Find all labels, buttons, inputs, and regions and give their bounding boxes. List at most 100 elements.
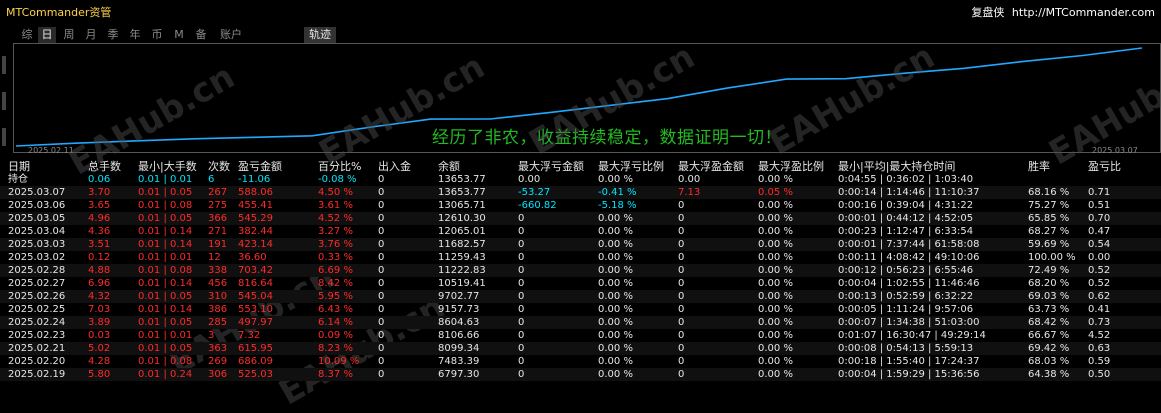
cell-balance: 9702.77 [438,291,480,302]
col-winrate[interactable]: 胜率 [1028,160,1050,173]
tab-account[interactable]: 账户 [216,27,246,43]
cell-minmax: 0.01 | 0.05 [138,213,193,224]
cell-winrate: 65.85 % [1028,213,1070,224]
cell-date: 2025.02.20 [8,356,66,367]
col-io[interactable]: 出入金 [378,160,411,173]
col-minmax[interactable]: 最小|大手数 [138,160,197,173]
cell-profit-factor: 0.59 [1088,356,1111,367]
table-row[interactable]: 2025.02.21 5.02 0.01 | 0.05 363 615.95 8.23 %… [0,342,1161,355]
cell-max-float-loss: 0 [518,278,525,289]
cell-date: 2025.03.06 [8,200,66,211]
table-row[interactable]: 2025.03.06 3.65 0.01 | 0.08 275 455.41 3.61 %… [0,199,1161,212]
tab-magic[interactable]: M [170,27,188,43]
tab-month[interactable]: 月 [82,27,100,43]
cell-minmax: 0.01 | 0.08 [138,200,193,211]
table-row[interactable]: 2025.03.05 4.96 0.01 | 0.05 366 545.29 4.52 %… [0,212,1161,225]
cell-balance: 13065.71 [438,200,486,211]
col-pct[interactable]: 百分比% [318,160,361,173]
table-row[interactable]: 2025.02.19 5.80 0.01 | 0.24 306 525.03 8.37 %… [0,368,1161,381]
col-lots[interactable]: 总手数 [88,160,121,173]
cell-balance: 13653.77 [438,174,486,185]
cell-balance: 9157.73 [438,304,480,315]
cell-balance: 10519.41 [438,278,486,289]
cell-minmax: 0.01 | 0.05 [138,291,193,302]
cell-minmax: 0.01 | 0.14 [138,304,193,315]
cell-lots: 3.89 [88,317,111,328]
cell-pnl: 7.32 [238,330,261,341]
cell-io: 0 [378,187,385,198]
cell-max-float-loss-pct: -5.18 % [598,200,637,211]
col-balance[interactable]: 余额 [438,160,460,173]
col-date[interactable]: 日期 [8,160,30,173]
cell-minmax: 0.01 | 0.05 [138,317,193,328]
cell-hold-time: 0:00:18 | 1:55:40 | 17:24:37 [838,356,980,367]
col-max-float-loss[interactable]: 最大浮亏金额 [518,160,584,173]
tab-composite[interactable]: 综 [18,27,36,43]
tab-note[interactable]: 备 [192,27,210,43]
cell-winrate: 68.20 % [1028,278,1070,289]
col-hold-time[interactable]: 最小|平均|最大持仓时间 [838,160,955,173]
cell-max-float-loss: 0 [518,213,525,224]
cell-max-float-profit-pct: 0.00 % [758,369,793,380]
cell-winrate: 69.42 % [1028,343,1070,354]
cell-io: 0 [378,304,385,315]
cell-balance: 11682.57 [438,239,486,250]
cell-max-float-loss-pct: 0.00 % [598,174,633,185]
tab-currency[interactable]: 币 [148,27,166,43]
tab-year[interactable]: 年 [126,27,144,43]
cell-io: 0 [378,174,385,185]
tab-track[interactable]: 轨迹 [304,27,336,43]
col-max-float-profit[interactable]: 最大浮盈金额 [678,160,744,173]
cell-io: 0 [378,226,385,237]
cell-pct: 8.23 % [318,343,353,354]
col-count[interactable]: 次数 [208,160,230,173]
cell-minmax: 0.01 | 0.05 [138,343,193,354]
cell-count: 12 [208,252,221,263]
cell-pnl: 816.64 [238,278,273,289]
cell-max-float-profit: 0 [678,213,685,224]
cell-winrate: 68.27 % [1028,226,1070,237]
col-max-float-profit-pct[interactable]: 最大浮盈比例 [758,160,824,173]
table-row[interactable]: 2025.03.02 0.12 0.01 | 0.01 12 36.60 0.33 % 0 1… [0,251,1161,264]
cell-profit-factor: 0.70 [1088,213,1111,224]
table-row[interactable]: 2025.02.28 4.88 0.01 | 0.08 338 703.42 6.69 %… [0,264,1161,277]
cell-max-float-profit-pct: 0.00 % [758,278,793,289]
tab-day[interactable]: 日 [38,27,56,43]
col-pnl[interactable]: 盈亏金额 [238,160,282,173]
cell-count: 456 [208,278,228,289]
table-row[interactable]: 2025.03.04 4.36 0.01 | 0.14 271 382.44 3.27 %… [0,225,1161,238]
cell-max-float-loss-pct: 0.00 % [598,330,633,341]
cell-max-float-profit: 7.13 [678,187,701,198]
table-row[interactable]: 2025.02.24 3.89 0.01 | 0.05 285 497.97 6.14 %… [0,316,1161,329]
table-row[interactable]: 2025.03.03 3.51 0.01 | 0.14 191 423.14 3.76 %… [0,238,1161,251]
edge-handle[interactable] [2,128,6,146]
table-row-holding[interactable]: 持仓 0.06 0.01 | 0.01 6 -11.06 -0.08 % 0 1… [0,173,1161,186]
table-row[interactable]: 2025.02.20 4.28 0.01 | 0.08 269 686.09 10.09 … [0,355,1161,368]
table-row[interactable]: 2025.03.07 3.70 0.01 | 0.05 267 588.06 4.50 %… [0,186,1161,199]
cell-max-float-profit: 0.00 [678,174,701,185]
cell-pct: 3.61 % [318,200,353,211]
cell-io: 0 [378,291,385,302]
table-row[interactable]: 2025.02.27 6.96 0.01 | 0.14 456 816.64 8.42 %… [0,277,1161,290]
table-row[interactable]: 2025.02.23 0.03 0.01 | 0.01 3 7.32 0.09 % 0 810… [0,329,1161,342]
edge-handle[interactable] [2,92,6,110]
brand-url[interactable]: http://MTCommander.com [1012,6,1155,19]
tab-quarter[interactable]: 季 [104,27,122,43]
cell-max-float-profit: 0 [678,278,685,289]
cell-winrate: 68.03 % [1028,356,1070,367]
cell-profit-factor: 0.73 [1088,317,1111,328]
tab-week[interactable]: 周 [60,27,78,43]
cell-date: 持仓 [8,174,28,185]
cell-lots: 3.51 [88,239,111,250]
edge-handle[interactable] [2,56,6,74]
cell-winrate: 59.69 % [1028,239,1070,250]
cell-max-float-loss-pct: 0.00 % [598,265,633,276]
cell-max-float-profit-pct: 0.00 % [758,200,793,211]
table-row[interactable]: 2025.02.26 4.32 0.01 | 0.05 310 545.04 5.95 %… [0,290,1161,303]
table-row[interactable]: 2025.02.25 7.03 0.01 | 0.14 386 553.10 6.43 %… [0,303,1161,316]
cell-max-float-loss: 0 [518,317,525,328]
col-profit-factor[interactable]: 盈亏比 [1088,160,1121,173]
cell-profit-factor: 0.62 [1088,291,1111,302]
col-max-float-loss-pct[interactable]: 最大浮亏比例 [598,160,664,173]
cell-balance: 13653.77 [438,187,486,198]
